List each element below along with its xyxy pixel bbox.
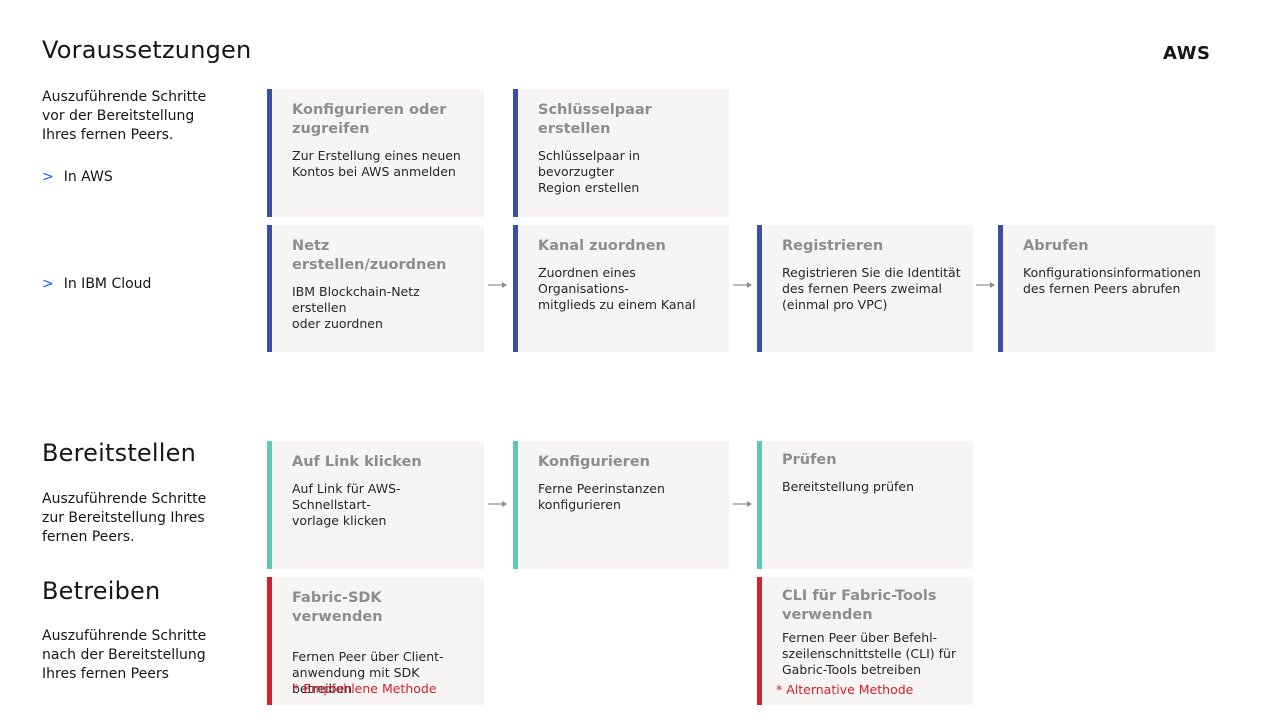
step-card-text: Zur Erstellung eines neuen Kontos bei AW… bbox=[292, 148, 461, 179]
step-card-configure-access: Konfigurieren oder zugreifen Zur Erstell… bbox=[267, 89, 484, 217]
step-card-title: CLI für Fabric-Tools verwenden bbox=[782, 588, 937, 623]
chevron-right-icon: > bbox=[42, 169, 54, 185]
step-card-fabric-cli: CLI für Fabric-Tools verwenden Fernen Pe… bbox=[757, 577, 973, 705]
step-card-title: Konfigurieren oder zugreifen bbox=[292, 102, 447, 137]
arrow-right-icon bbox=[488, 501, 507, 507]
step-card-fabric-sdk: Fabric-SDK verwenden Fernen Peer über Cl… bbox=[267, 577, 484, 705]
step-card-configure: Konfigurieren Ferne Peerinstanzen konfig… bbox=[513, 441, 729, 569]
operate-title: Betreiben bbox=[42, 577, 161, 605]
platform-label: AWS bbox=[1163, 43, 1211, 64]
prereq-title: Voraussetzungen bbox=[42, 36, 252, 64]
nav-link-aws-label: In AWS bbox=[63, 169, 113, 185]
step-card-text: Konfigurationsinformationen des fernen P… bbox=[1023, 265, 1201, 296]
step-card-retrieve: Abrufen Konfigurationsinformationen des … bbox=[998, 225, 1215, 352]
step-card-title: Netz erstellen/zuordnen bbox=[292, 238, 447, 273]
step-card-text: Bereitstellung prüfen bbox=[782, 479, 915, 494]
chevron-right-icon: > bbox=[42, 276, 54, 292]
arrow-right-icon bbox=[733, 282, 752, 288]
step-card-text: Auf Link für AWS-Schnellstart- vorlage k… bbox=[292, 481, 401, 528]
step-card-title: Schlüsselpaar erstellen bbox=[538, 102, 652, 137]
alternative-method-note: * Alternative Methode bbox=[776, 682, 914, 697]
prereq-description: Auszuführende Schritte vor der Bereitste… bbox=[42, 89, 207, 143]
nav-link-aws[interactable]: > In AWS bbox=[42, 169, 113, 185]
step-card-create-keypair: Schlüsselpaar erstellen Schlüsselpaar in… bbox=[513, 89, 729, 217]
step-card-title: Auf Link klicken bbox=[292, 454, 422, 470]
arrow-right-icon bbox=[488, 282, 507, 288]
deploy-description: Auszuführende Schritte zur Bereitstellun… bbox=[42, 491, 207, 545]
step-card-text: IBM Blockchain-Netz erstellen oder zuord… bbox=[292, 284, 420, 331]
step-card-title: Prüfen bbox=[782, 452, 837, 468]
step-card-click-link: Auf Link klicken Auf Link für AWS-Schnel… bbox=[267, 441, 484, 569]
step-card-text: Registrieren Sie die Identität des ferne… bbox=[782, 265, 961, 312]
step-card-create-network: Netz erstellen/zuordnen IBM Blockchain-N… bbox=[267, 225, 484, 352]
nav-link-ibm-cloud[interactable]: > In IBM Cloud bbox=[42, 276, 151, 292]
step-card-title: Kanal zuordnen bbox=[538, 238, 666, 254]
arrow-right-icon bbox=[976, 282, 995, 288]
step-card-register: Registrieren Registrieren Sie die Identi… bbox=[757, 225, 973, 352]
step-card-text: Schlüsselpaar in bevorzugter Region erst… bbox=[538, 148, 641, 195]
step-card-verify: Prüfen Bereitstellung prüfen bbox=[757, 441, 973, 569]
step-card-text: Zuordnen eines Organisations- mitglieds … bbox=[538, 265, 696, 312]
step-card-join-channel: Kanal zuordnen Zuordnen eines Organisati… bbox=[513, 225, 729, 352]
operate-description: Auszuführende Schritte nach der Bereitst… bbox=[42, 628, 207, 682]
step-card-title: Registrieren bbox=[782, 238, 884, 254]
step-card-text: Fernen Peer über Befehl- szeilenschnitts… bbox=[782, 630, 957, 677]
step-card-text: Ferne Peerinstanzen konfigurieren bbox=[538, 481, 665, 512]
recommended-method-note: * Empfohlene Methode bbox=[293, 681, 437, 696]
deploy-title: Bereitstellen bbox=[42, 439, 197, 467]
step-card-title: Abrufen bbox=[1023, 238, 1089, 254]
step-card-title: Fabric-SDK verwenden bbox=[292, 590, 383, 625]
nav-link-ibm-cloud-label: In IBM Cloud bbox=[63, 276, 152, 292]
step-card-title: Konfigurieren bbox=[538, 454, 650, 470]
arrow-right-icon bbox=[733, 501, 752, 507]
